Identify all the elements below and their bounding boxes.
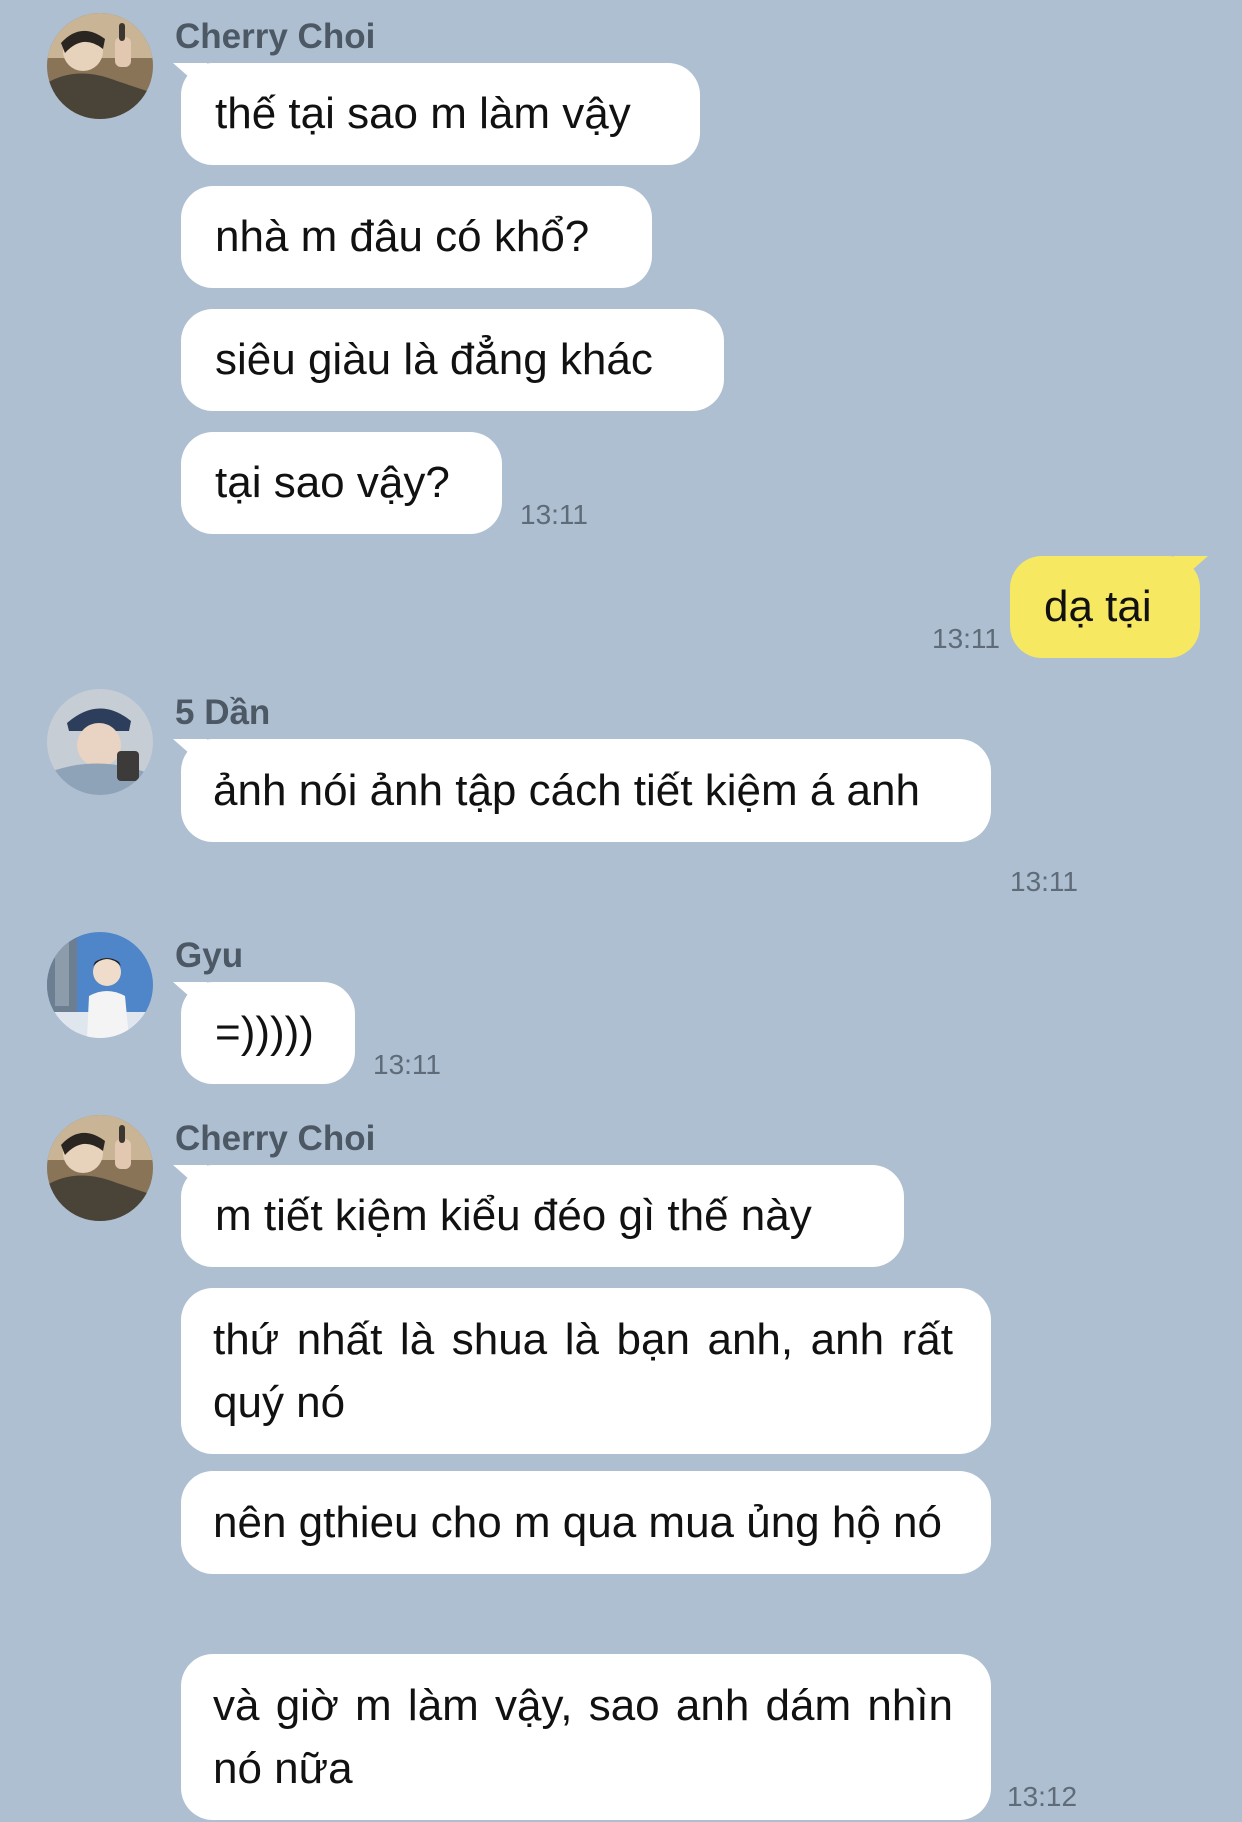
sender-name: 5 Dần bbox=[175, 693, 271, 732]
message-timestamp: 13:11 bbox=[1010, 866, 1078, 897]
message-text: =))))) bbox=[215, 1008, 314, 1057]
message-text: nhà m đâu có khổ? bbox=[215, 212, 590, 261]
message-bubble[interactable]: thế tại sao m làm vậy bbox=[181, 63, 700, 165]
message-text: nên gthieu cho m qua mua ủng hộ nó bbox=[213, 1498, 942, 1547]
message-text: dạ tại bbox=[1044, 582, 1152, 631]
message-bubble[interactable]: m tiết kiệm kiểu đéo gì thế này bbox=[181, 1165, 904, 1267]
avatar-5-dan[interactable] bbox=[47, 689, 153, 795]
message-text: và giờ m làm vậy, sao anh dám nhìn nó nữ… bbox=[213, 1681, 953, 1793]
avatar-cherry-choi[interactable] bbox=[47, 1115, 153, 1221]
my-message-bubble[interactable]: dạ tại bbox=[1010, 556, 1200, 658]
message-timestamp: 13:11 bbox=[932, 623, 1000, 654]
message-timestamp: 13:12 bbox=[1007, 1781, 1078, 1812]
avatar-gyu[interactable] bbox=[47, 932, 153, 1038]
message-timestamp: 13:11 bbox=[520, 499, 588, 530]
message-text: thứ nhất là shua là bạn anh, anh rất quý… bbox=[213, 1315, 953, 1427]
message-bubble[interactable]: ảnh nói ảnh tập cách tiết kiệm á anh bbox=[181, 739, 991, 842]
sender-name: Cherry Choi bbox=[175, 17, 376, 56]
message-bubble[interactable]: và giờ m làm vậy, sao anh dám nhìn nó nữ… bbox=[181, 1654, 991, 1820]
message-text: thế tại sao m làm vậy bbox=[215, 89, 631, 138]
message-text: tại sao vậy? bbox=[215, 458, 450, 507]
message-bubble[interactable]: nhà m đâu có khổ? bbox=[181, 186, 652, 288]
message-text: ảnh nói ảnh tập cách tiết kiệm á anh bbox=[213, 766, 920, 815]
sender-name: Cherry Choi bbox=[175, 1119, 376, 1158]
chat-view[interactable]: Cherry Choi thế tại sao m làm vậy nhà m … bbox=[0, 0, 1242, 1822]
message-text: m tiết kiệm kiểu đéo gì thế này bbox=[215, 1191, 812, 1240]
avatar-cherry-choi[interactable] bbox=[47, 13, 153, 119]
message-bubble[interactable]: tại sao vậy? bbox=[181, 432, 502, 534]
message-bubble[interactable]: siêu giàu là đẳng khác bbox=[181, 309, 724, 411]
message-bubble[interactable]: thứ nhất là shua là bạn anh, anh rất quý… bbox=[181, 1288, 991, 1454]
sender-name: Gyu bbox=[175, 936, 244, 975]
message-timestamp: 13:11 bbox=[373, 1049, 441, 1080]
message-bubble[interactable]: =))))) bbox=[181, 982, 355, 1084]
message-text: siêu giàu là đẳng khác bbox=[215, 335, 653, 384]
message-bubble[interactable]: nên gthieu cho m qua mua ủng hộ nó bbox=[181, 1471, 991, 1574]
